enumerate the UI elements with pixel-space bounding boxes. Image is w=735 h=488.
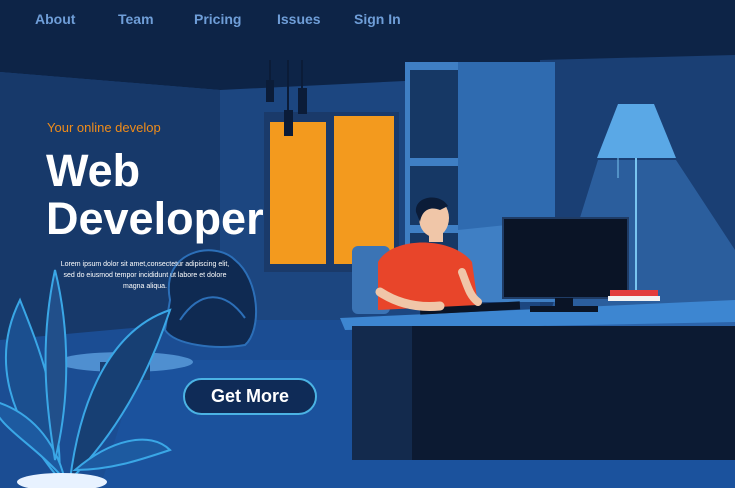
hero-title-line2: Developer <box>46 193 264 244</box>
top-nav: About Team Pricing Issues Sign In <box>0 0 735 40</box>
nav-pricing-link[interactable]: Pricing <box>194 11 241 27</box>
nav-team-link[interactable]: Team <box>118 11 154 27</box>
hero-title-line1: Web <box>46 145 141 196</box>
nav-issues-link[interactable]: Issues <box>277 11 321 27</box>
hero-tagline: Your online develop <box>47 120 161 135</box>
nav-signin-link[interactable]: Sign In <box>354 11 401 27</box>
landing-page: About Team Pricing Issues Sign In Your o… <box>0 0 735 488</box>
nav-about-link[interactable]: About <box>35 11 75 27</box>
get-more-button[interactable]: Get More <box>183 378 317 415</box>
office-illustration <box>0 0 735 488</box>
hero-description: Lorem ipsum dolor sit amet,consectetur a… <box>60 261 230 290</box>
